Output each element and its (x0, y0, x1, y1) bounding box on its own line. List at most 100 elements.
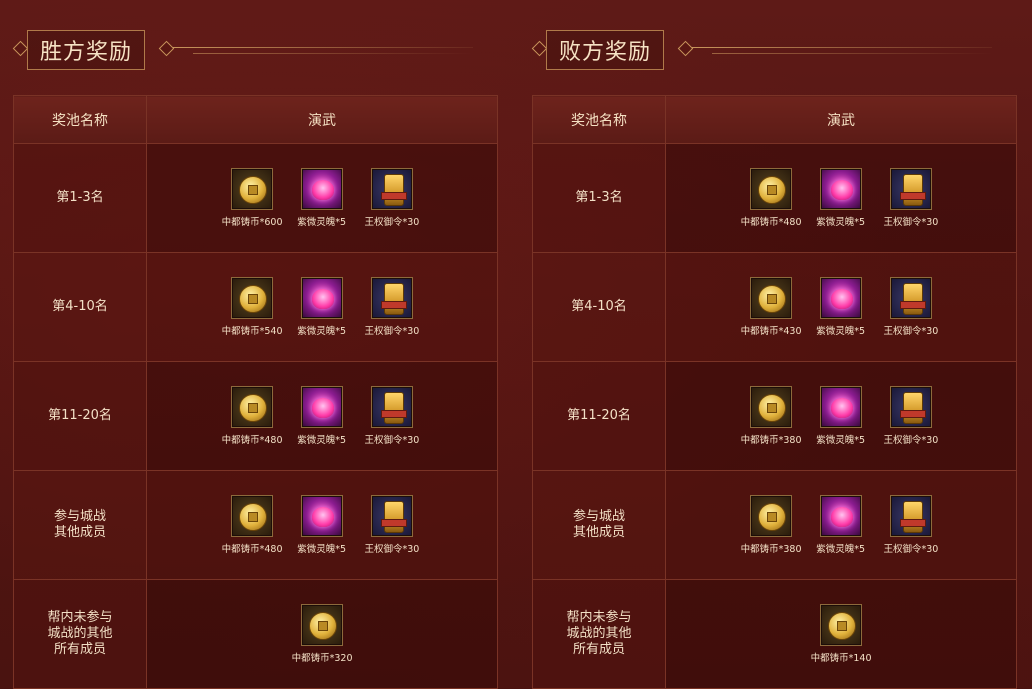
royal-token-icon[interactable] (371, 276, 413, 319)
pool-name-line: 城战的其他 (47, 626, 113, 641)
reward-item: 中都铸币*540 (220, 276, 284, 337)
royal-token-icon[interactable] (890, 167, 932, 210)
royal-token-icon[interactable] (371, 385, 413, 428)
purple-soul-icon[interactable] (820, 494, 862, 537)
purple-soul-icon[interactable] (301, 276, 343, 319)
column-header-pool: 演武 (665, 95, 1017, 144)
soul-heart (312, 397, 334, 418)
token-band (381, 409, 407, 418)
table-row: 帮内未参与 城战的其他 所有成员 中都铸币*320 (13, 579, 498, 689)
royal-token-icon[interactable] (890, 276, 932, 319)
pool-name-cell: 参与城战 其他成员 (532, 470, 666, 580)
reward-item: 王权御令*30 (879, 385, 943, 446)
copper-coin-icon[interactable] (820, 603, 862, 646)
purple-soul-icon[interactable] (301, 385, 343, 428)
reward-item-label: 中都铸币*480 (740, 216, 802, 228)
winner-rewards-panel: 胜方奖励 奖池名称 演武 第1-3名 中都铸币*600 紫微灵魄*5 王权御令*30 第… (12, 0, 498, 689)
table-row: 第1-3名 中都铸币*600 紫微灵魄*5 王权御令*30 (13, 143, 498, 253)
table-row: 第11-20名 中都铸币*380 紫微灵魄*5 王权御令*30 (532, 361, 1017, 471)
token-body (384, 391, 404, 424)
pool-name-cell: 帮内未参与 城战的其他 所有成员 (13, 579, 147, 689)
royal-token-icon[interactable] (371, 167, 413, 210)
copper-coin-icon[interactable] (750, 167, 792, 210)
column-header-pool-name: 奖池名称 (13, 95, 147, 144)
reward-item-label: 紫微灵魄*5 (297, 434, 347, 446)
title-divider (712, 53, 992, 54)
reward-item: 紫微灵魄*5 (809, 385, 873, 446)
reward-item-label: 王权御令*30 (883, 216, 939, 228)
reward-items: 中都铸币*480 紫微灵魄*5 王权御令*30 (666, 167, 1016, 228)
copper-coin-icon[interactable] (750, 276, 792, 319)
reward-item: 中都铸币*480 (220, 494, 284, 555)
reward-item: 紫微灵魄*5 (809, 494, 873, 555)
token-body (384, 173, 404, 206)
coin-hole (248, 184, 258, 195)
purple-soul-icon[interactable] (820, 167, 862, 210)
copper-coin-icon[interactable] (231, 494, 273, 537)
reward-items: 中都铸币*480 紫微灵魄*5 王权御令*30 (147, 494, 497, 555)
soul-heart (312, 288, 334, 309)
copper-coin-icon[interactable] (301, 603, 343, 646)
reward-items: 中都铸币*600 紫微灵魄*5 王权御令*30 (147, 167, 497, 228)
pool-name-line: 所有成员 (572, 642, 625, 657)
loser-rows: 第1-3名 中都铸币*480 紫微灵魄*5 王权御令*30 第4-10名 中都铸币*430… (532, 143, 1017, 689)
pool-name-line: 其他成员 (53, 525, 106, 540)
reward-items: 中都铸币*140 (666, 603, 1016, 664)
token-body (903, 173, 923, 206)
pool-name-line: 第4-10名 (52, 299, 108, 314)
reward-item: 王权御令*30 (879, 494, 943, 555)
soul-heart (831, 397, 853, 418)
reward-items-cell: 中都铸币*430 紫微灵魄*5 王权御令*30 (665, 252, 1017, 362)
token-body (903, 282, 923, 315)
soul-heart (312, 506, 334, 527)
royal-token-icon[interactable] (890, 494, 932, 537)
reward-item: 紫微灵魄*5 (290, 494, 354, 555)
purple-soul-icon[interactable] (820, 276, 862, 319)
table-row: 第4-10名 中都铸币*430 紫微灵魄*5 王权御令*30 (532, 252, 1017, 362)
pool-name-line: 第11-20名 (567, 408, 631, 423)
copper-coin-icon[interactable] (231, 276, 273, 319)
reward-item-label: 王权御令*30 (364, 434, 420, 446)
coin-hole (767, 402, 777, 413)
loser-rewards-table: 奖池名称 演武 第1-3名 中都铸币*480 紫微灵魄*5 王权御令*30 第4-10名… (532, 95, 1017, 689)
reward-item: 王权御令*30 (879, 167, 943, 228)
pool-name-cell: 第1-3名 (532, 143, 666, 253)
royal-token-icon[interactable] (371, 494, 413, 537)
coin-hole (248, 511, 258, 522)
reward-items-cell: 中都铸币*600 紫微灵魄*5 王权御令*30 (146, 143, 498, 253)
reward-items-cell: 中都铸币*320 (146, 579, 498, 689)
reward-item: 紫微灵魄*5 (290, 167, 354, 228)
reward-items: 中都铸币*320 (147, 603, 497, 664)
title-divider (173, 47, 473, 48)
copper-coin-icon[interactable] (231, 167, 273, 210)
token-body (903, 391, 923, 424)
copper-coin-icon[interactable] (231, 385, 273, 428)
reward-items: 中都铸币*380 紫微灵魄*5 王权御令*30 (666, 494, 1016, 555)
coin-hole (318, 620, 328, 631)
title-divider (193, 53, 473, 54)
diamond-ornament-icon (677, 40, 694, 57)
table-row: 参与城战 其他成员 中都铸币*480 紫微灵魄*5 王权御令*30 (13, 470, 498, 580)
reward-item: 中都铸币*140 (809, 603, 873, 664)
copper-coin-icon[interactable] (750, 385, 792, 428)
reward-item-label: 紫微灵魄*5 (816, 434, 866, 446)
token-band (900, 409, 926, 418)
reward-item: 王权御令*30 (879, 276, 943, 337)
reward-items-cell: 中都铸币*540 紫微灵魄*5 王权御令*30 (146, 252, 498, 362)
coin-hole (767, 184, 777, 195)
purple-soul-icon[interactable] (820, 385, 862, 428)
soul-heart (831, 288, 853, 309)
winner-title: 胜方奖励 (40, 40, 133, 65)
table-header-row: 奖池名称 演武 (532, 95, 1017, 144)
royal-token-icon[interactable] (890, 385, 932, 428)
purple-soul-icon[interactable] (301, 167, 343, 210)
diamond-ornament-icon (531, 40, 548, 57)
column-header-pool: 演武 (146, 95, 498, 144)
copper-coin-icon[interactable] (750, 494, 792, 537)
pool-name-line: 帮内未参与 (566, 610, 632, 625)
reward-item: 中都铸币*480 (220, 385, 284, 446)
purple-soul-icon[interactable] (301, 494, 343, 537)
reward-item-label: 紫微灵魄*5 (297, 543, 347, 555)
loser-title-box: 败方奖励 (546, 30, 665, 70)
diamond-ornament-icon (12, 40, 29, 57)
